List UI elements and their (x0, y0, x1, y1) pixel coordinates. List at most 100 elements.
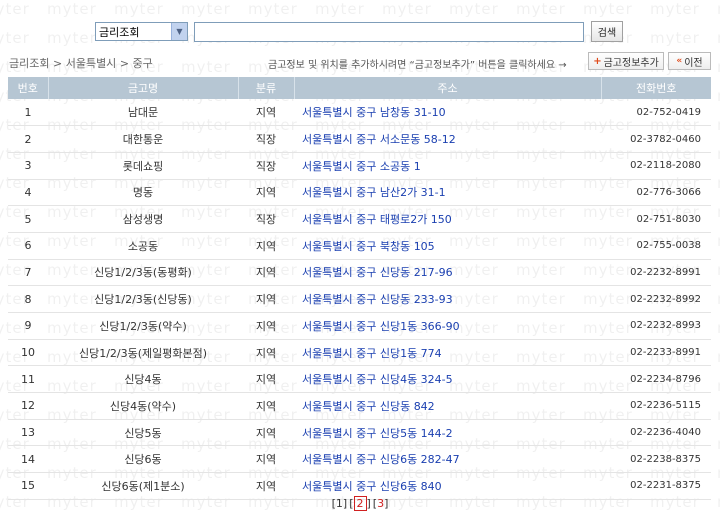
row-type: 지역 (238, 392, 294, 420)
row-vault-name: 신당4동 (48, 365, 238, 394)
row-address-link[interactable]: 서울특별시 중구 신당동 217-96 (294, 259, 601, 287)
breadcrumb-item[interactable]: 서울특별시 (66, 57, 117, 70)
table-row: 12 신당4동(약수) 지역 서울특별시 중구 신당동 842 02-2236-5115 (8, 392, 711, 420)
row-number: 8 (8, 285, 48, 313)
row-address-link[interactable]: 서울특별시 중구 남산2가 31-1 (294, 179, 601, 207)
row-type: 직장 (238, 205, 294, 233)
search-bar: 금리조회 ▼ 검색 (0, 0, 720, 44)
add-vault-button[interactable]: + 금고정보추가 (588, 52, 664, 70)
row-address-link[interactable]: 서울특별시 중구 북창동 105 (294, 232, 601, 260)
row-address-link[interactable]: 서울특별시 중구 서소문동 58-12 (294, 125, 601, 153)
row-number: 10 (8, 339, 48, 367)
row-vault-name: 신당1/2/3동(약수) (48, 312, 238, 340)
double-chevron-left-icon: « (676, 56, 683, 66)
breadcrumb-separator: > (52, 57, 63, 70)
row-vault-name: 롯데쇼핑 (48, 152, 238, 180)
row-type: 지역 (238, 445, 294, 474)
row-address-link[interactable]: 서울특별시 중구 신당동 842 (294, 392, 601, 420)
row-number: 1 (8, 99, 48, 127)
chevron-down-icon[interactable]: ▼ (171, 23, 187, 40)
page-number: 3 (377, 497, 385, 510)
row-phone: 02-755-0038 (601, 232, 711, 260)
row-vault-name: 소공동 (48, 232, 238, 260)
header-name: 금고명 (48, 77, 239, 99)
category-select[interactable]: 금리조회 ▼ (95, 22, 188, 41)
row-vault-name: 삼성생명 (48, 205, 238, 233)
row-vault-name: 신당6동 (48, 445, 238, 474)
row-address-link[interactable]: 서울특별시 중구 신당6동 840 (294, 472, 601, 500)
row-phone: 02-776-3066 (601, 179, 711, 207)
row-type: 지역 (238, 419, 294, 447)
page-number: 1 (335, 497, 343, 510)
row-type: 지역 (238, 99, 294, 127)
row-type: 직장 (238, 125, 294, 153)
row-number: 15 (8, 472, 48, 500)
breadcrumb-item[interactable]: 중구 (133, 57, 153, 70)
table-row: 5 삼성생명 직장 서울특별시 중구 태평로2가 150 02-751-8030 (8, 205, 711, 233)
row-address-link[interactable]: 서울특별시 중구 신당동 233-93 (294, 285, 601, 313)
row-vault-name: 신당1/2/3동(제일평화본점) (48, 339, 238, 367)
row-address-link[interactable]: 서울특별시 중구 태평로2가 150 (294, 205, 601, 233)
header-type: 분류 (238, 77, 295, 99)
row-vault-name: 신당1/2/3동(신당동) (48, 285, 238, 313)
row-type: 지역 (238, 365, 294, 394)
row-phone: 02-2233-8991 (601, 339, 711, 367)
row-type: 직장 (238, 152, 294, 180)
breadcrumb-separator: > (119, 57, 130, 70)
row-number: 6 (8, 232, 48, 260)
table-row: 10 신당1/2/3동(제일평화본점) 지역 서울특별시 중구 신당1동 774 02-… (8, 339, 711, 367)
row-address-link[interactable]: 서울특별시 중구 소공동 1 (294, 152, 601, 180)
page-link[interactable]: [3] (373, 497, 389, 510)
row-type: 지역 (238, 472, 294, 500)
row-type: 지역 (238, 339, 294, 367)
row-number: 4 (8, 179, 48, 207)
row-number: 2 (8, 125, 48, 153)
table-row: 11 신당4동 지역 서울특별시 중구 신당4동 324-5 02-2234-8796 (8, 365, 711, 394)
row-vault-name: 남대문 (48, 99, 238, 127)
row-type: 지역 (238, 259, 294, 287)
table-row: 8 신당1/2/3동(신당동) 지역 서울특별시 중구 신당동 233-93 02-22… (8, 285, 711, 313)
row-vault-name: 신당5동 (48, 419, 238, 447)
row-address-link[interactable]: 서울특별시 중구 남창동 31-10 (294, 99, 601, 127)
row-vault-name: 신당6동(제1분소) (48, 472, 238, 500)
header-address: 주소 (294, 77, 602, 99)
row-number: 5 (8, 205, 48, 233)
back-button[interactable]: « 이전 (668, 52, 711, 70)
breadcrumb-row: 금리조회 > 서울특별시 > 중구 금고정보 및 위치를 추가하시려면 “금고정… (0, 50, 720, 72)
row-vault-name: 신당1/2/3동(동평화) (48, 259, 238, 287)
breadcrumb-item[interactable]: 금리조회 (9, 57, 49, 70)
table-row: 14 신당6동 지역 서울특별시 중구 신당6동 282-47 02-2238-8375 (8, 445, 711, 474)
row-vault-name: 신당4동(약수) (48, 392, 238, 420)
row-address-link[interactable]: 서울특별시 중구 신당1동 366-90 (294, 312, 601, 340)
page-link[interactable]: [1] (332, 497, 348, 510)
search-input[interactable] (194, 22, 584, 42)
row-phone: 02-2236-5115 (601, 392, 711, 420)
row-phone: 02-2231-8375 (601, 472, 711, 500)
row-number: 7 (8, 259, 48, 287)
table-row: 4 명동 지역 서울특별시 중구 남산2가 31-1 02-776-3066 (8, 179, 711, 207)
row-phone: 02-2118-2080 (601, 152, 711, 180)
header-no: 번호 (8, 77, 49, 99)
row-address-link[interactable]: 서울특별시 중구 신당1동 774 (294, 339, 601, 367)
row-address-link[interactable]: 서울특별시 중구 신당5동 144-2 (294, 419, 601, 447)
row-type: 지역 (238, 232, 294, 260)
add-vault-label: 금고정보추가 (603, 57, 659, 69)
page-number: 2 (353, 496, 367, 511)
row-number: 14 (8, 445, 48, 474)
back-label: 이전 (684, 57, 703, 69)
row-phone: 02-3782-0460 (601, 125, 711, 153)
row-address-link[interactable]: 서울특별시 중구 신당4동 324-5 (294, 365, 601, 394)
search-button[interactable]: 검색 (591, 21, 623, 42)
row-number: 12 (8, 392, 48, 420)
row-number: 9 (8, 312, 48, 340)
row-address-link[interactable]: 서울특별시 중구 신당6동 282-47 (294, 445, 601, 474)
row-phone: 02-2232-8991 (601, 259, 711, 287)
breadcrumb: 금리조회 > 서울특별시 > 중구 (9, 55, 153, 71)
table-row: 6 소공동 지역 서울특별시 중구 북창동 105 02-755-0038 (8, 232, 711, 260)
page-link[interactable]: [2] (349, 496, 371, 511)
row-phone: 02-2236-4040 (601, 419, 711, 447)
add-notice-text: 금고정보 및 위치를 추가하시려면 “금고정보추가” 버튼을 클릭하세요 → (268, 60, 567, 71)
row-phone: 02-2232-8992 (601, 285, 711, 313)
row-phone: 02-2234-8796 (601, 365, 711, 394)
vault-table-container: 번호 금고명 분류 주소 전화번호 1 남대문 지역 서울특별시 중구 남창동 31-… (8, 77, 711, 500)
